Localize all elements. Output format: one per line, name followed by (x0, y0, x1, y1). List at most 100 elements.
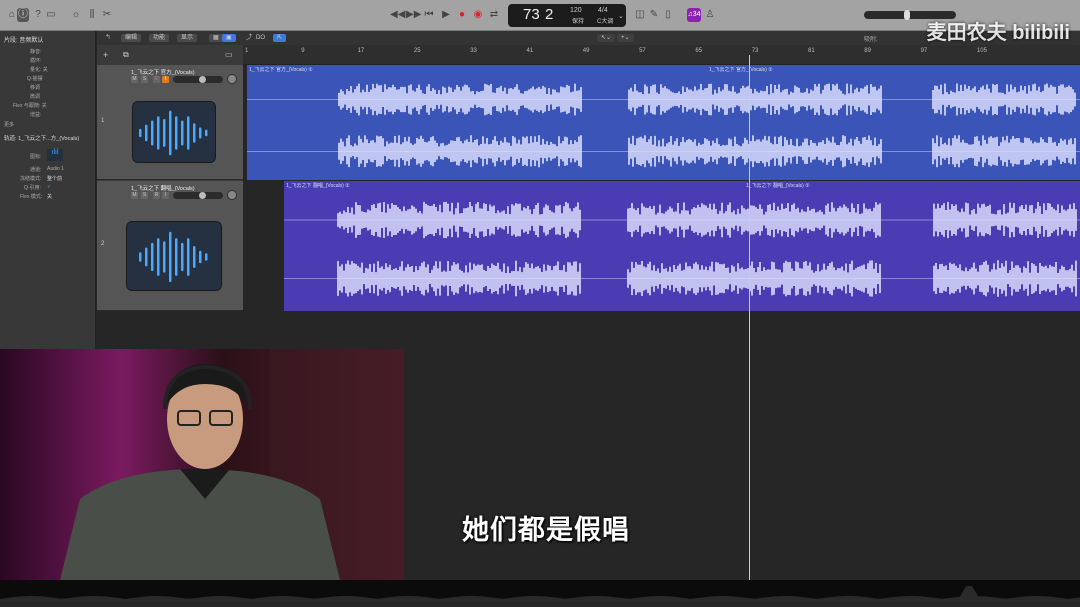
loop-row[interactable]: 循环: (30, 57, 41, 64)
editors-icon[interactable]: ✂ (101, 8, 113, 22)
edit-menu[interactable]: 编辑 (121, 34, 142, 42)
freeze-label: 冻结模式: (20, 176, 42, 182)
back-icon[interactable]: ↰ (105, 33, 111, 41)
control-bar: ⌂ ⓘ ? ▭ ☼ ⫼ ✂ ◀◀ ▶▶ ⏮ ▶ ● ◉ ⇄ 73 2 120 保… (0, 0, 1080, 31)
quick-help-icon[interactable]: ? (32, 8, 44, 22)
track-section-title[interactable]: 轨道: 1_飞云之下...方_(Vocals) (4, 134, 79, 142)
flex-mode-label: Flex 模式: (20, 194, 43, 200)
track-number: 1 (101, 118, 105, 124)
freeze-value[interactable]: 整个前 (47, 175, 62, 182)
functions-menu[interactable]: 功能 (149, 34, 170, 42)
timeline-ruler[interactable]: 1 9 17 25 33 41 49 57 65 73 81 89 97 105 (243, 45, 1080, 65)
capture-record-button[interactable]: ◉ (472, 8, 484, 22)
waveform-icon (126, 221, 222, 291)
track-icon-picker[interactable]: ılıl (47, 149, 63, 161)
smart-controls-icon[interactable]: ☼ (70, 8, 82, 22)
checkbox-icon[interactable]: ✓ (47, 184, 51, 190)
grid-view-icon[interactable]: ▦ (209, 34, 223, 42)
mute-button[interactable]: M (131, 76, 138, 83)
ruler-tick: 49 (582, 48, 590, 54)
track-header-1[interactable]: 1 1_飞云之下 官方_(Vocals) M S R I (97, 65, 243, 180)
transpose-row[interactable]: 移调 (30, 84, 40, 91)
region-label: 1_飞云之下 翻唱_(Vocals) ② (746, 183, 810, 189)
audio-region-track-1[interactable]: 1_飞云之下 官方_(Vocals) ② 1_飞云之下 官方_(Vocals) … (247, 65, 1080, 180)
input-monitor-button[interactable]: I (162, 76, 169, 83)
ruler-tick: 41 (526, 48, 534, 54)
input-label: 通道: (30, 167, 42, 173)
metronome-button[interactable]: ♙ (704, 8, 716, 22)
track-folder-icon[interactable]: ⧉ (123, 50, 129, 60)
q-swing-row[interactable]: Q-摇摆 (27, 75, 43, 82)
region-label: 1_飞云之下 翻唱_(Vocals) ② (286, 183, 350, 189)
playhead[interactable] (749, 55, 750, 580)
track-name[interactable]: 1_飞云之下 翻唱_(Vocals) (131, 184, 195, 192)
go-to-start-button[interactable]: ⏮ (423, 8, 435, 22)
lcd-display[interactable]: 73 2 120 保持 4/4 C大调 ⌄ (508, 4, 626, 27)
region-label: 1_飞云之下 官方_(Vocals) ② (709, 67, 773, 73)
ruler-tick: 25 (413, 48, 421, 54)
solo-button[interactable]: S (141, 192, 148, 199)
ruler-tick: 97 (920, 48, 928, 54)
rewind-button[interactable]: ◀◀ (390, 8, 405, 22)
command-tool-icon[interactable]: +⌄ (617, 34, 634, 42)
presenter-video (0, 349, 404, 580)
track-header-2[interactable]: 2 1_飞云之下 翻唱_(Vocals) M S R I (97, 181, 243, 311)
inspector-panel: 片段: 音频默认 静音: 循环: 量化: 关 Q-摇摆 移调 微调 Flex 与… (0, 31, 96, 349)
record-button[interactable]: ● (456, 8, 468, 22)
flex-mode-value[interactable]: 关 (47, 193, 52, 200)
tuner-icon[interactable]: ◫ (634, 8, 646, 22)
bar-position: 73 (523, 6, 540, 23)
audio-region-track-2[interactable]: 1_飞云之下 翻唱_(Vocals) ② 1_飞云之下 翻唱_(Vocals) … (284, 181, 1080, 311)
record-enable-button[interactable]: R (153, 76, 160, 83)
ruler-tick: 105 (976, 48, 987, 54)
count-in-badge[interactable]: ♫34 (687, 8, 701, 22)
flex-icon[interactable]: DO (252, 34, 269, 42)
chevron-down-icon[interactable]: ⌄ (618, 12, 624, 20)
bottom-waveform-strip (0, 580, 1080, 602)
input-monitor-button[interactable]: I (162, 192, 169, 199)
bilibili-watermark: 麦田农夫 bilibili (926, 22, 1070, 44)
solo-button[interactable]: S (141, 76, 148, 83)
pan-knob[interactable] (227, 74, 237, 84)
ruler-tick: 9 (301, 48, 305, 54)
quantize-row[interactable]: 量化: 关 (30, 66, 48, 73)
toolbar-icon[interactable]: ▭ (45, 8, 57, 22)
volume-fader[interactable] (173, 76, 223, 83)
waveform-icon (132, 101, 216, 163)
icon-label: 图标: (30, 154, 42, 160)
global-tracks-icon[interactable]: ▭ (225, 50, 233, 59)
mixer-icon[interactable]: ⫼ (86, 8, 98, 22)
play-button[interactable]: ▶ (440, 8, 452, 22)
gain-row[interactable]: 增益: (30, 111, 41, 118)
record-enable-button[interactable]: R (153, 192, 160, 199)
pointer-tool-icon[interactable]: ↖⌄ (597, 34, 616, 42)
region-label: 1_飞云之下 官方_(Vocals) ② (249, 67, 313, 73)
ruler-tick: 33 (470, 48, 477, 54)
input-value[interactable]: Audio 1 (47, 166, 64, 172)
webcam-overlay (0, 349, 404, 580)
flex-follow-row[interactable]: Flex 与跟随: 关 (13, 102, 47, 109)
snap-label: 吸附: (864, 37, 878, 43)
pan-knob[interactable] (227, 190, 237, 200)
pencil-icon[interactable]: ✎ (648, 8, 660, 22)
cycle-button[interactable]: ⇄ (488, 8, 500, 22)
tempo-value: 120 (570, 7, 582, 14)
inspector-button[interactable]: ⓘ (17, 8, 29, 22)
mute-button[interactable]: M (131, 192, 138, 199)
track-name[interactable]: 1_飞云之下 官方_(Vocals) (131, 68, 195, 76)
ruler-tick: 17 (357, 48, 365, 54)
region-section-title[interactable]: 片段: 音频默认 (4, 35, 43, 44)
q-reference-label: Q-引用: (24, 185, 41, 191)
catch-icon[interactable]: ⇱ (273, 34, 287, 42)
key-signature: C大调 (597, 19, 614, 25)
fine-tune-row[interactable]: 微调 (30, 93, 40, 100)
fast-forward-button[interactable]: ▶▶ (406, 8, 421, 22)
more-row[interactable]: 更多 (4, 121, 14, 128)
metronome-icon[interactable]: ▯ (662, 8, 674, 22)
volume-fader[interactable] (173, 192, 223, 199)
ruler-tick: 57 (639, 48, 646, 54)
view-menu[interactable]: 显示 (177, 34, 198, 42)
waveform-view-icon[interactable]: ▣ (222, 34, 236, 42)
add-track-button[interactable]: + (103, 50, 108, 60)
mute-row[interactable]: 静音: (30, 48, 41, 55)
